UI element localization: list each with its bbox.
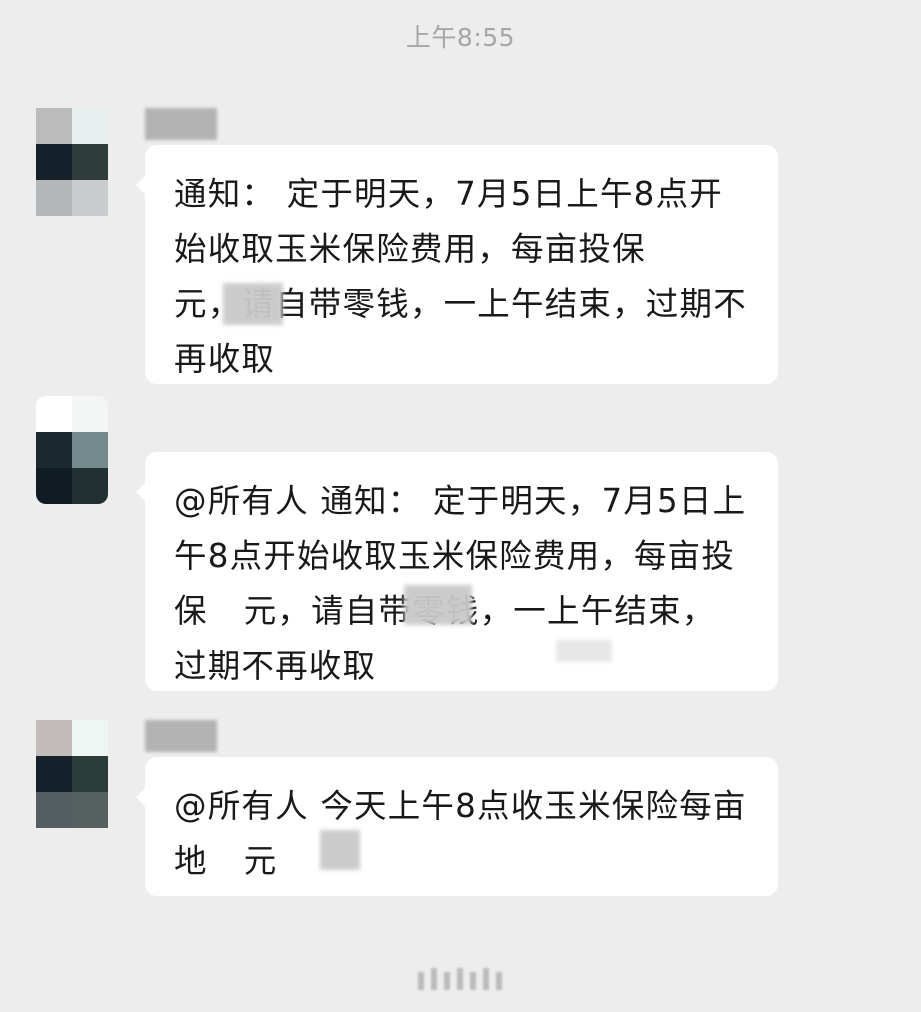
message-bubble[interactable]: @所有人 通知： 定于明天，7月5日上午8点开始收取玉米保险费用，每亩投保 元，请…: [136, 452, 778, 691]
redaction-blur: [320, 830, 360, 870]
sender-name-redacted: [145, 108, 217, 140]
redaction-blur: [404, 585, 472, 625]
message-text-continued: 元: [243, 842, 278, 880]
redaction-blur: [223, 283, 283, 325]
message-bubble[interactable]: @所有人 今天上午8点收玉米保险每亩地元: [136, 757, 778, 896]
message-timestamp: 上午8:55: [405, 23, 516, 52]
redaction-blur: [556, 640, 612, 662]
sender-name-redacted: [145, 720, 217, 752]
sender-avatar[interactable]: [36, 108, 108, 216]
message-text: 通知： 定于明天，7月5日上午8点开始收取玉米保险费用，每亩投保: [174, 175, 723, 268]
sender-avatar[interactable]: [36, 720, 108, 828]
sender-avatar[interactable]: [36, 396, 108, 504]
message-bubble[interactable]: 通知： 定于明天，7月5日上午8点开始收取玉米保险费用，每亩投保元，请自带零钱，…: [136, 145, 778, 384]
home-indicator: [418, 968, 514, 990]
